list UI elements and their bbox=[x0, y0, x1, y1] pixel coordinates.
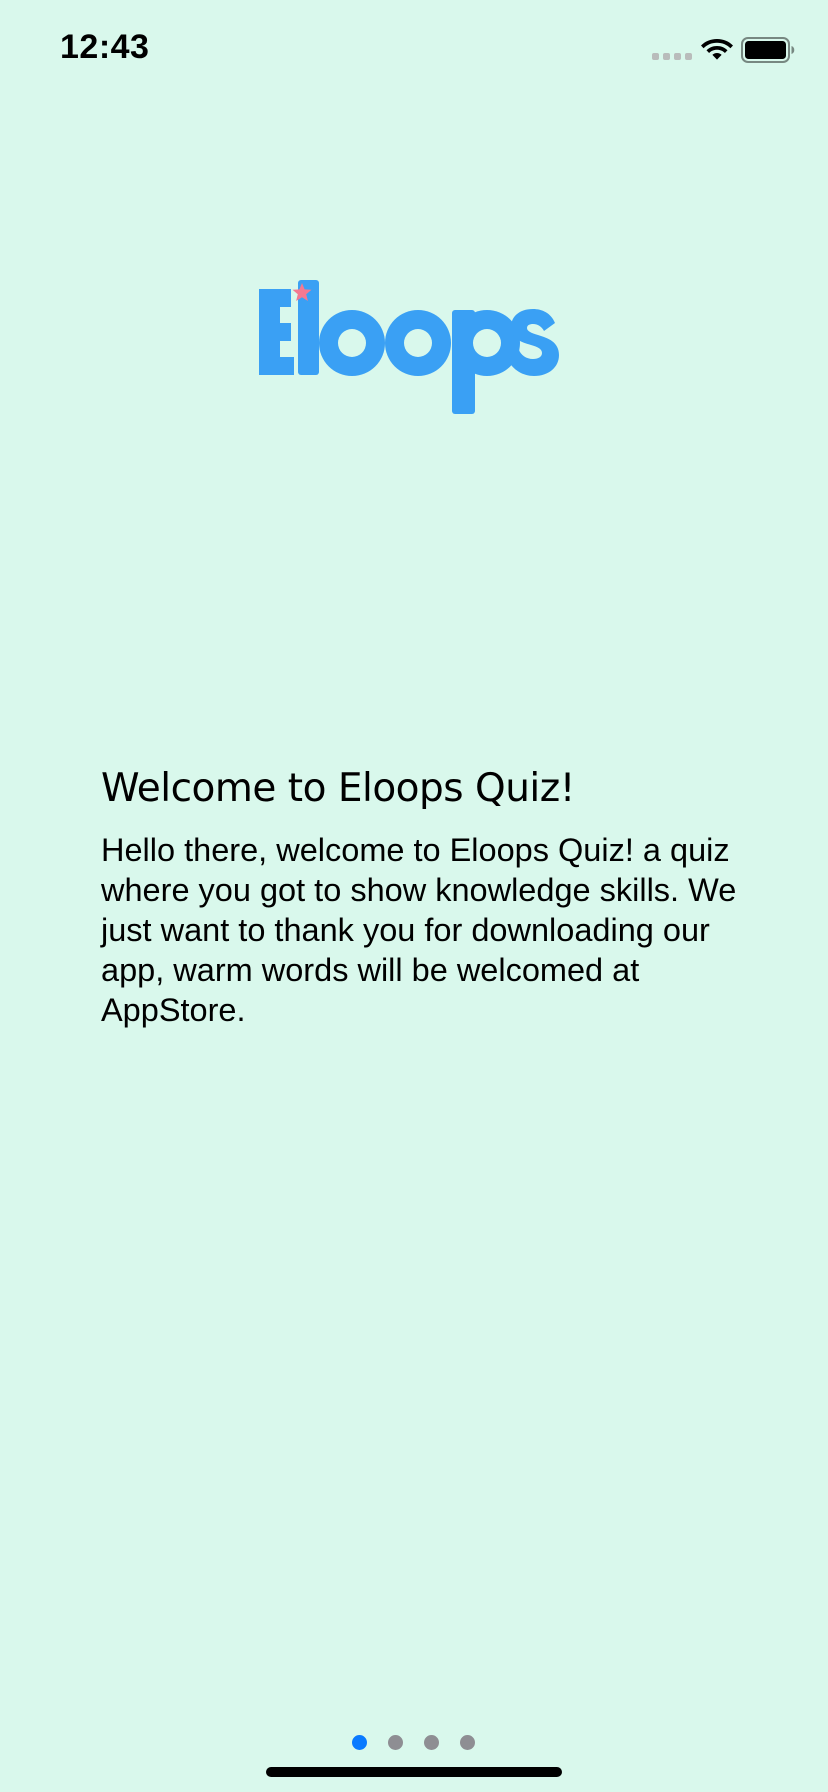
battery-icon bbox=[741, 37, 795, 63]
welcome-section: Welcome to Eloops Quiz! Hello there, wel… bbox=[101, 764, 751, 1030]
status-time: 12:43 bbox=[60, 28, 150, 66]
page-dot-2[interactable] bbox=[388, 1735, 403, 1750]
cellular-signal-icon bbox=[652, 53, 692, 60]
page-dot-1[interactable] bbox=[352, 1735, 367, 1750]
wifi-icon bbox=[701, 39, 733, 60]
welcome-body: Hello there, welcome to Eloops Quiz! a q… bbox=[101, 832, 737, 1028]
status-bar: 12:43 bbox=[0, 0, 828, 100]
page-dot-4[interactable] bbox=[460, 1735, 475, 1750]
home-indicator[interactable] bbox=[266, 1767, 562, 1777]
eloops-logo bbox=[259, 280, 559, 414]
page-dot-3[interactable] bbox=[424, 1735, 439, 1750]
page-indicator[interactable] bbox=[352, 1735, 475, 1750]
welcome-title: Welcome to Eloops Quiz! bbox=[101, 766, 575, 811]
